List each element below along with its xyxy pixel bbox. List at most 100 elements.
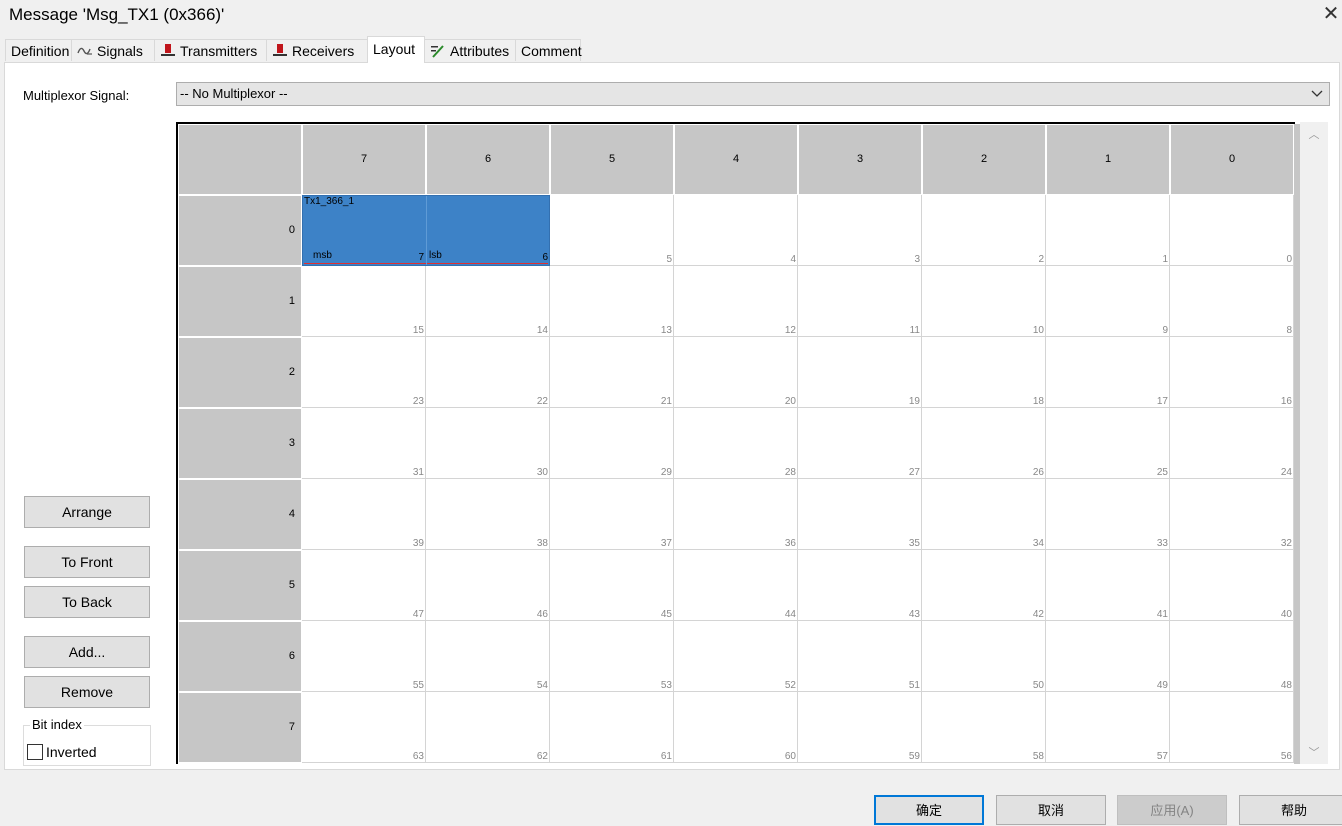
bit-cell[interactable]: 2 — [922, 195, 1046, 266]
bit-cell[interactable]: 51 — [798, 621, 922, 692]
bit-cell[interactable]: 21 — [550, 337, 674, 408]
bit-cell[interactable]: 11 — [798, 266, 922, 337]
msb-label: msb — [313, 250, 332, 261]
bit-cell[interactable]: 48 — [1170, 621, 1294, 692]
bit-cell[interactable]: 38 — [426, 479, 550, 550]
bit-cell[interactable]: 1 — [1046, 195, 1170, 266]
column-header: 7 — [302, 124, 426, 195]
scroll-down-icon[interactable]: ﹀ — [1300, 744, 1328, 760]
bit-cell[interactable]: 23 — [302, 337, 426, 408]
row-header: 1 — [178, 266, 302, 337]
to-back-button[interactable]: To Back — [24, 586, 150, 618]
bit-cell[interactable]: 31 — [302, 408, 426, 479]
tab-comment[interactable]: Comment — [515, 39, 582, 61]
bit-number: 31 — [412, 467, 424, 478]
bit-cell[interactable]: 22 — [426, 337, 550, 408]
bit-cell[interactable]: 49 — [1046, 621, 1170, 692]
inverted-label[interactable]: Inverted — [46, 744, 97, 760]
bit-cell[interactable]: 24 — [1170, 408, 1294, 479]
bit-cell[interactable]: 54 — [426, 621, 550, 692]
tab-definition[interactable]: Definition — [5, 39, 72, 61]
bit-cell[interactable]: 40 — [1170, 550, 1294, 621]
bit-cell[interactable]: 28 — [674, 408, 798, 479]
bit-cell[interactable]: 30 — [426, 408, 550, 479]
remove-button[interactable]: Remove — [24, 676, 150, 708]
ok-button[interactable]: 确定 — [874, 795, 984, 825]
bit-cell[interactable]: 62 — [426, 692, 550, 763]
bit-cell[interactable]: 5 — [550, 195, 674, 266]
signal-block[interactable]: Tx1_366_1 msb 7 lsb 6 — [302, 195, 550, 266]
apply-button[interactable]: 应用(A) — [1117, 795, 1227, 825]
bit-cell[interactable]: 19 — [798, 337, 922, 408]
vertical-scrollbar[interactable]: ︿ ﹀ — [1300, 122, 1328, 764]
bit-cell[interactable]: 9 — [1046, 266, 1170, 337]
tab-signals[interactable]: Signals — [71, 39, 155, 61]
bit-cell[interactable]: 60 — [674, 692, 798, 763]
bit-cell[interactable]: 63 — [302, 692, 426, 763]
add-button[interactable]: Add... — [24, 636, 150, 668]
tab-layout[interactable]: Layout — [367, 36, 425, 63]
bit-cell[interactable]: 52 — [674, 621, 798, 692]
bit-cell[interactable]: 59 — [798, 692, 922, 763]
bit-cell[interactable]: 10 — [922, 266, 1046, 337]
bit-cell[interactable]: 44 — [674, 550, 798, 621]
bit-number: 45 — [660, 609, 672, 620]
bit-cell[interactable]: 25 — [1046, 408, 1170, 479]
bit-cell[interactable]: 20 — [674, 337, 798, 408]
bit-cell[interactable]: 13 — [550, 266, 674, 337]
bit-cell[interactable]: 41 — [1046, 550, 1170, 621]
bit-cell[interactable]: 37 — [550, 479, 674, 550]
bit-cell[interactable]: 45 — [550, 550, 674, 621]
bit-cell[interactable]: 50 — [922, 621, 1046, 692]
bit-cell[interactable]: 36 — [674, 479, 798, 550]
bit-cell[interactable]: 42 — [922, 550, 1046, 621]
bit-cell[interactable]: 39 — [302, 479, 426, 550]
bit-number: 55 — [412, 680, 424, 691]
bit-number: 32 — [1280, 538, 1292, 549]
bit-cell[interactable]: 58 — [922, 692, 1046, 763]
arrange-button[interactable]: Arrange — [24, 496, 150, 528]
bit-cell[interactable]: 57 — [1046, 692, 1170, 763]
lsb-label: lsb — [429, 250, 442, 261]
bit-cell[interactable]: 32 — [1170, 479, 1294, 550]
tab-transmitters[interactable]: Transmitters — [154, 39, 267, 61]
multiplexor-select[interactable]: -- No Multiplexor -- — [176, 82, 1330, 106]
bit-cell[interactable]: 15 — [302, 266, 426, 337]
tab-receivers[interactable]: Receivers — [266, 39, 368, 61]
scrollbar-track[interactable] — [1306, 140, 1322, 746]
bit-cell[interactable]: 56 — [1170, 692, 1294, 763]
bit-cell[interactable]: 43 — [798, 550, 922, 621]
bit-cell[interactable]: 3 — [798, 195, 922, 266]
bit-cell[interactable]: 61 — [550, 692, 674, 763]
bit-cell[interactable]: 17 — [1046, 337, 1170, 408]
bit-cell[interactable]: 12 — [674, 266, 798, 337]
bit-cell[interactable]: 26 — [922, 408, 1046, 479]
to-front-button[interactable]: To Front — [24, 546, 150, 578]
bit-cell[interactable]: 0 — [1170, 195, 1294, 266]
help-button[interactable]: 帮助 — [1239, 795, 1342, 825]
bit-cell[interactable]: 27 — [798, 408, 922, 479]
bit-cell[interactable]: 18 — [922, 337, 1046, 408]
bit-cell[interactable]: 8 — [1170, 266, 1294, 337]
bit-number: 12 — [784, 325, 796, 336]
bit-cell[interactable]: 4 — [674, 195, 798, 266]
bit-index-title: Bit index — [30, 717, 84, 732]
inverted-checkbox[interactable] — [27, 744, 43, 760]
bit-cell[interactable]: 14 — [426, 266, 550, 337]
bit-cell[interactable]: 29 — [550, 408, 674, 479]
bit-cell[interactable]: 33 — [1046, 479, 1170, 550]
bit-cell[interactable]: 35 — [798, 479, 922, 550]
bit-number: 23 — [412, 396, 424, 407]
bit-cell[interactable]: 55 — [302, 621, 426, 692]
close-icon[interactable]: ✕ — [1320, 3, 1342, 25]
bit-cell[interactable]: 16 — [1170, 337, 1294, 408]
bit-cell[interactable]: 46 — [426, 550, 550, 621]
cancel-button[interactable]: 取消 — [996, 795, 1106, 825]
bit-cell[interactable]: 34 — [922, 479, 1046, 550]
bit-number: 52 — [784, 680, 796, 691]
bit-cell[interactable]: 53 — [550, 621, 674, 692]
tab-attributes[interactable]: Attributes — [424, 39, 516, 61]
bit-number: 63 — [412, 751, 424, 762]
bit-cell[interactable]: 47 — [302, 550, 426, 621]
bit-number: 27 — [908, 467, 920, 478]
